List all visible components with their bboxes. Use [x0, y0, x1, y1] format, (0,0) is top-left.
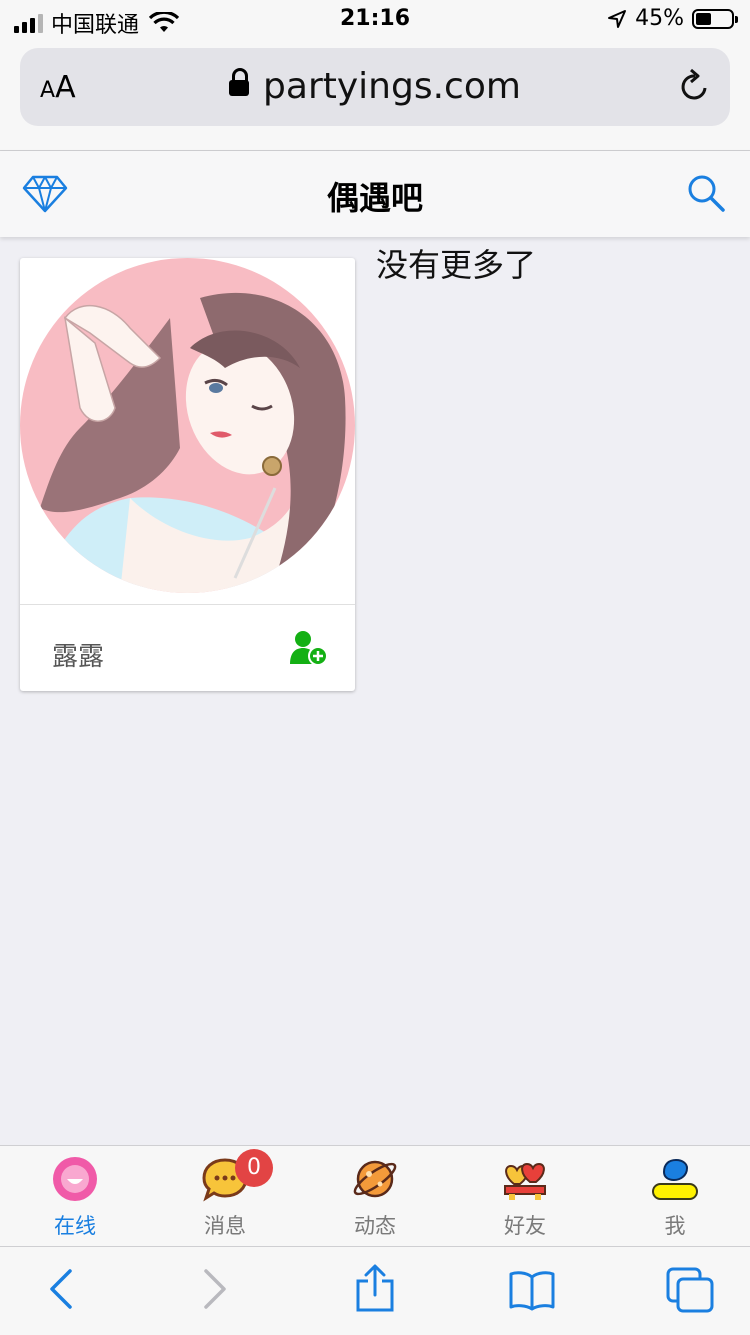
profile-icon: [652, 1158, 698, 1200]
battery-fill: [696, 12, 711, 25]
lock-icon: [229, 68, 250, 96]
online-icon: [53, 1157, 97, 1201]
back-icon[interactable]: [46, 1267, 76, 1311]
tab-friends[interactable]: 好友: [450, 1146, 600, 1246]
url-field[interactable]: partyings.com: [20, 66, 730, 107]
friends-icon: [504, 1162, 546, 1200]
tab-label: 消息: [204, 1214, 246, 1238]
battery-percent: 45%: [635, 6, 684, 31]
tab-label: 好友: [504, 1214, 546, 1238]
battery-icon: [692, 8, 738, 29]
tab-me[interactable]: 我: [600, 1146, 750, 1246]
planet-icon: [353, 1160, 397, 1198]
user-card[interactable]: 露露: [20, 258, 355, 691]
app-tab-bar: 在线 消息 0 动态 好友 我: [0, 1145, 750, 1246]
page-title: 偶遇吧: [326, 179, 423, 217]
end-of-list-message: 没有更多了: [376, 246, 537, 284]
url-text: partyings.com: [263, 66, 521, 107]
card-divider: [20, 604, 355, 605]
app-header: 偶遇吧: [0, 151, 750, 237]
browser-address-area: AA partyings.com: [0, 42, 750, 151]
location-arrow-icon: [608, 9, 627, 28]
tab-label: 动态: [354, 1214, 396, 1238]
status-bar: 中国联通 21:16 45%: [0, 0, 750, 42]
search-icon[interactable]: [686, 173, 726, 213]
user-name: 露露: [52, 642, 105, 672]
bookmarks-icon[interactable]: [508, 1269, 556, 1311]
reload-icon[interactable]: [678, 68, 712, 104]
tab-moments[interactable]: 动态: [300, 1146, 450, 1246]
address-bar[interactable]: AA partyings.com: [20, 48, 730, 126]
tab-online[interactable]: 在线: [0, 1146, 150, 1246]
tab-label: 我: [664, 1214, 686, 1238]
share-icon[interactable]: [354, 1263, 396, 1313]
tab-messages[interactable]: 消息: [150, 1146, 300, 1246]
add-friend-icon[interactable]: [290, 630, 328, 666]
avatar[interactable]: [20, 258, 355, 604]
forward-icon[interactable]: [200, 1267, 230, 1311]
browser-toolbar: [0, 1246, 750, 1335]
tabs-icon[interactable]: [664, 1265, 716, 1315]
woman-portrait-illustration: [20, 258, 355, 593]
tab-label: 在线: [54, 1214, 96, 1238]
unread-badge: 0: [235, 1149, 273, 1187]
